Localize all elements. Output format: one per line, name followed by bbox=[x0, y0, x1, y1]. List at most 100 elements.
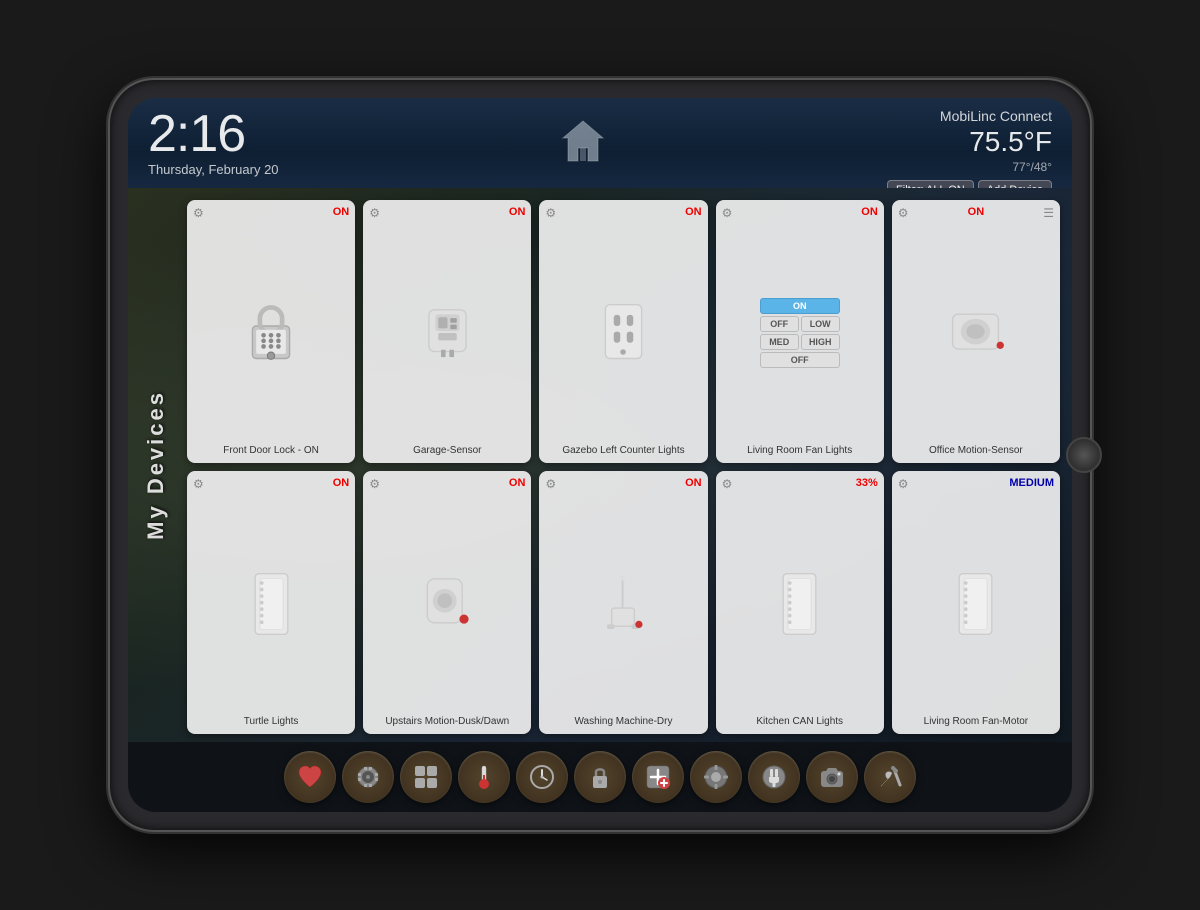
device-card-turtle-lights[interactable]: ⚙ ON bbox=[187, 471, 355, 734]
gear-icon-6[interactable]: ⚙ bbox=[193, 477, 204, 491]
heart-icon bbox=[296, 763, 324, 791]
gear-icon-4[interactable]: ⚙ bbox=[722, 206, 733, 220]
status-8: ON bbox=[685, 477, 702, 489]
card-header-10: ⚙ MEDIUM bbox=[898, 477, 1054, 491]
settings-icon bbox=[702, 763, 730, 791]
status-5: ON bbox=[968, 206, 985, 218]
fan-control-widget: ON OFF LOW MED HIGH OFF bbox=[760, 298, 840, 368]
fan-btn-off[interactable]: OFF bbox=[760, 316, 799, 332]
toolbar-camera[interactable] bbox=[806, 751, 858, 803]
device-image-10 bbox=[898, 493, 1054, 714]
app-name: MobiLinc Connect bbox=[940, 108, 1052, 124]
device-image-2 bbox=[369, 222, 525, 443]
toolbar-all-devices[interactable] bbox=[400, 751, 452, 803]
device-image-4: ON OFF LOW MED HIGH OFF bbox=[722, 222, 878, 443]
toolbar-settings[interactable] bbox=[690, 751, 742, 803]
grid-icon bbox=[412, 763, 440, 791]
toolbar-thermostat[interactable] bbox=[458, 751, 510, 803]
gear-icon-1[interactable]: ⚙ bbox=[193, 206, 204, 220]
temp-range: 77°/48° bbox=[1012, 160, 1052, 174]
status-9: 33% bbox=[856, 477, 878, 489]
header-center bbox=[558, 108, 608, 166]
gear-icon-7[interactable]: ⚙ bbox=[369, 477, 380, 491]
device-card-gazebo-lights[interactable]: ⚙ ON bbox=[539, 200, 707, 463]
thermometer-icon bbox=[470, 763, 498, 791]
outlet-image bbox=[596, 300, 651, 365]
header: 2:16 Thursday, February 20 MobiLinc Conn… bbox=[128, 98, 1072, 188]
home-icon[interactable] bbox=[558, 116, 608, 166]
lock-image bbox=[241, 300, 301, 365]
toolbar-add[interactable] bbox=[632, 751, 684, 803]
device-card-living-room-fan[interactable]: ⚙ ON ON OFF LOW MED HIGH OFF bbox=[716, 200, 884, 463]
status-10: MEDIUM bbox=[1009, 477, 1054, 489]
sidebar-title: My Devices bbox=[143, 390, 169, 540]
fan-btn-high[interactable]: HIGH bbox=[801, 334, 840, 350]
card-header-4: ⚙ ON bbox=[722, 206, 878, 220]
device-card-upstairs-motion[interactable]: ⚙ ON Upstairs Motion bbox=[363, 471, 531, 734]
switch-image-3 bbox=[953, 569, 998, 639]
gear-icon-2[interactable]: ⚙ bbox=[369, 206, 380, 220]
gear-icon-9[interactable]: ⚙ bbox=[722, 477, 733, 491]
toolbar-plug[interactable] bbox=[748, 751, 800, 803]
device-name-10: Living Room Fan-Motor bbox=[924, 716, 1028, 728]
status-2: ON bbox=[509, 206, 526, 218]
status-4: ON bbox=[861, 206, 878, 218]
toolbar-clock[interactable] bbox=[516, 751, 568, 803]
status-7: ON bbox=[509, 477, 526, 489]
device-image-5 bbox=[898, 222, 1054, 443]
gear-icon-3[interactable]: ⚙ bbox=[545, 206, 556, 220]
toolbar-favorites[interactable] bbox=[284, 751, 336, 803]
switch-image-2 bbox=[777, 569, 822, 639]
tablet-screen: 2:16 Thursday, February 20 MobiLinc Conn… bbox=[128, 98, 1072, 812]
device-image-8 bbox=[545, 493, 701, 714]
toolbar-lock[interactable] bbox=[574, 751, 626, 803]
devices-area: ⚙ ON bbox=[183, 188, 1072, 742]
device-name-1: Front Door Lock - ON bbox=[223, 445, 319, 457]
card-header-3: ⚙ ON bbox=[545, 206, 701, 220]
device-name-9: Kitchen CAN Lights bbox=[756, 716, 843, 728]
fan-btn-on[interactable]: ON bbox=[760, 298, 840, 314]
fan-btn-med[interactable]: MED bbox=[760, 334, 799, 350]
card-header-9: ⚙ 33% bbox=[722, 477, 878, 491]
camera-icon bbox=[818, 763, 846, 791]
device-name-8: Washing Machine-Dry bbox=[574, 716, 672, 728]
toolbar-tools[interactable] bbox=[864, 751, 916, 803]
header-right: MobiLinc Connect 75.5°F 77°/48° Filter: … bbox=[887, 108, 1052, 200]
info-icon-5[interactable]: ☰ bbox=[1043, 206, 1054, 220]
device-card-garage-sensor[interactable]: ⚙ ON bbox=[363, 200, 531, 463]
toolbar-scenes[interactable] bbox=[342, 751, 394, 803]
device-card-kitchen-can[interactable]: ⚙ 33% bbox=[716, 471, 884, 734]
time-display: 2:16 bbox=[148, 108, 279, 160]
card-header-2: ⚙ ON bbox=[369, 206, 525, 220]
fan-btn-off2[interactable]: OFF bbox=[760, 352, 840, 368]
device-card-front-door-lock[interactable]: ⚙ ON bbox=[187, 200, 355, 463]
motion-image-2 bbox=[420, 571, 475, 636]
switch-image-1 bbox=[249, 569, 294, 639]
fan-btn-low[interactable]: LOW bbox=[801, 316, 840, 332]
device-name-4: Living Room Fan Lights bbox=[747, 445, 852, 457]
home-button[interactable] bbox=[1066, 437, 1102, 473]
main-content: My Devices ⚙ ON bbox=[128, 188, 1072, 742]
film-icon bbox=[354, 763, 382, 791]
device-card-fan-motor[interactable]: ⚙ MEDIUM bbox=[892, 471, 1060, 734]
device-card-office-motion[interactable]: ⚙ ON ☰ bbox=[892, 200, 1060, 463]
device-name-7: Upstairs Motion-Dusk/Dawn bbox=[385, 716, 509, 728]
device-image-6 bbox=[193, 493, 349, 714]
card-header-1: ⚙ ON bbox=[193, 206, 349, 220]
device-image-9 bbox=[722, 493, 878, 714]
gear-icon-5[interactable]: ⚙ bbox=[898, 206, 909, 220]
device-card-washing-machine[interactable]: ⚙ ON bbox=[539, 471, 707, 734]
sidebar: My Devices bbox=[128, 188, 183, 742]
add-icon bbox=[644, 763, 672, 791]
gear-icon-8[interactable]: ⚙ bbox=[545, 477, 556, 491]
washer-image bbox=[598, 571, 648, 636]
gear-icon-10[interactable]: ⚙ bbox=[898, 477, 909, 491]
device-name-5: Office Motion-Sensor bbox=[929, 445, 1023, 457]
device-image-7 bbox=[369, 493, 525, 714]
clock-icon bbox=[528, 763, 556, 791]
device-name-3: Gazebo Left Counter Lights bbox=[562, 445, 684, 457]
devices-grid: ⚙ ON bbox=[187, 200, 1060, 734]
device-name-6: Turtle Lights bbox=[244, 716, 299, 728]
device-image-3 bbox=[545, 222, 701, 443]
card-header-8: ⚙ ON bbox=[545, 477, 701, 491]
